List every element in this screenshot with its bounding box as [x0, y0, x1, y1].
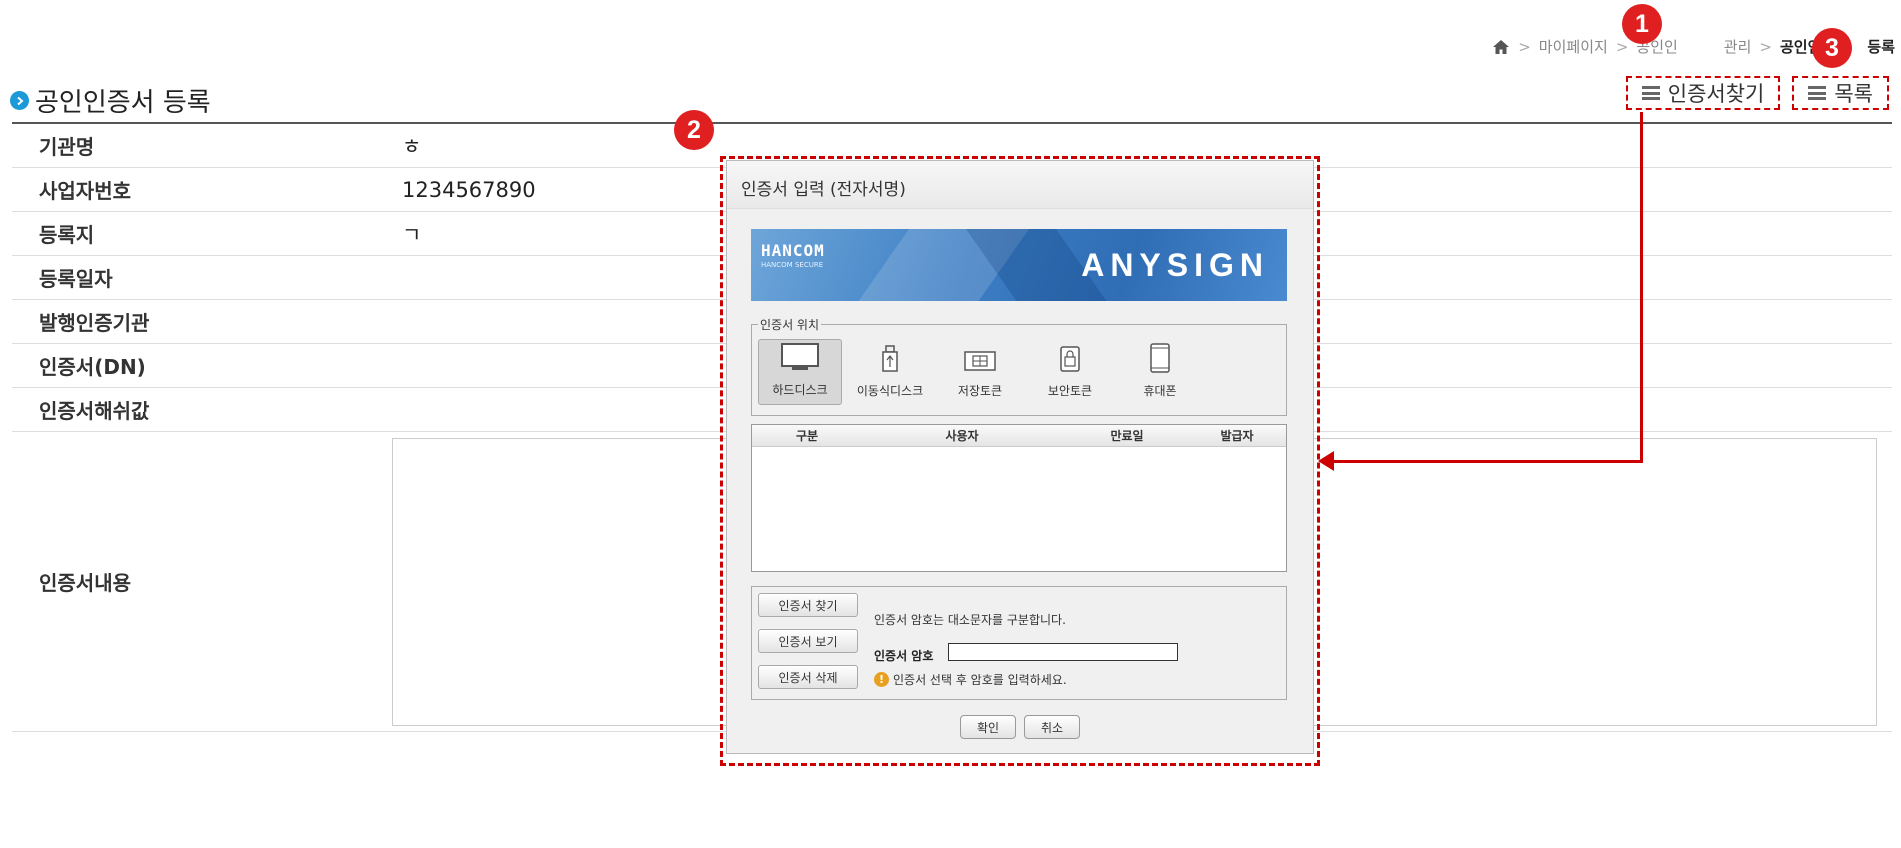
- breadcrumb-item-mypage[interactable]: 마이페이지: [1539, 36, 1608, 57]
- password-label: 인증서 암호: [874, 649, 934, 663]
- hancom-logo: HANCOM: [761, 241, 825, 260]
- password-warning: ! 인증서 선택 후 암호를 입력하세요.: [874, 671, 1067, 688]
- list-button[interactable]: 목록: [1792, 76, 1889, 110]
- arrow-left-icon: [1318, 451, 1334, 471]
- cert-location-group: 인증서 위치 하드디스크 이동식디스크 저장토큰 보안토큰 휴대폰: [751, 316, 1287, 416]
- location-label: 휴대폰: [1143, 384, 1177, 398]
- cert-input-dialog: 인증서 입력 (전자서명) HANCOM HANCOM SECURE ANYSI…: [726, 160, 1314, 754]
- menu-lines-icon: [1641, 86, 1660, 100]
- anysign-logo: ANYSIGN: [1081, 247, 1269, 283]
- page-title: 공인인증서 등록: [10, 82, 211, 119]
- breadcrumb-separator: >: [1615, 37, 1629, 56]
- column-header[interactable]: 만료일: [1062, 427, 1192, 444]
- password-warning-text: 인증서 선택 후 암호를 입력하세요.: [893, 673, 1067, 687]
- menu-lines-icon: [1808, 86, 1827, 100]
- callout-line: [1640, 112, 1643, 463]
- cancel-button[interactable]: 취소: [1024, 715, 1080, 739]
- hancom-logo-sub: HANCOM SECURE: [761, 261, 824, 269]
- home-icon[interactable]: [1492, 39, 1510, 55]
- column-header[interactable]: 사용자: [862, 427, 1062, 444]
- row-label: 인증서해쉬값: [12, 395, 392, 424]
- lock-token-icon: [1058, 345, 1082, 376]
- find-cert-button-label: 인증서찾기: [1667, 82, 1765, 106]
- breadcrumb-item-manage[interactable]: 관리: [1724, 36, 1752, 57]
- password-hint: 인증서 암호는 대소문자를 구분합니다.: [874, 613, 1066, 627]
- location-label: 보안토큰: [1047, 384, 1093, 398]
- row-label: 사업자번호: [12, 175, 392, 204]
- find-cert-button[interactable]: 인증서찾기: [1625, 76, 1781, 110]
- location-label: 하드디스크: [772, 383, 828, 397]
- dialog-button-group: 확인 취소: [727, 715, 1313, 739]
- delete-cert-button[interactable]: 인증서 삭제: [758, 665, 858, 689]
- warning-icon: !: [874, 672, 889, 687]
- phone-icon: [1149, 343, 1171, 376]
- anysign-banner: HANCOM HANCOM SECURE ANYSIGN: [751, 229, 1287, 301]
- location-security-token[interactable]: 보안토큰: [1028, 339, 1112, 405]
- password-group: 인증서 찾기 인증서 보기 인증서 삭제 인증서 암호는 대소문자를 구분합니다…: [751, 586, 1287, 700]
- location-storage-token[interactable]: 저장토큰: [938, 339, 1022, 405]
- location-label: 저장토큰: [957, 384, 1003, 398]
- breadcrumb-separator: >: [1759, 37, 1772, 56]
- chevron-right-icon: [10, 91, 29, 110]
- row-label: 등록일자: [12, 263, 392, 292]
- page-title-text: 공인인증서 등록: [35, 88, 211, 118]
- breadcrumb-current-suffix: 등록: [1867, 38, 1895, 56]
- cert-list-header: 구분 사용자 만료일 발급자: [752, 425, 1286, 447]
- row-label: 기관명: [12, 131, 392, 160]
- usb-icon: [881, 345, 899, 376]
- step-badge-3: 3: [1812, 28, 1852, 68]
- row-label: 등록지: [12, 219, 392, 248]
- dialog-title: 인증서 입력 (전자서명): [727, 161, 1313, 209]
- column-header[interactable]: 발급자: [1192, 427, 1282, 444]
- list-button-label: 목록: [1834, 82, 1873, 106]
- row-label: 발행인증기관: [12, 307, 392, 336]
- step-badge-1: 1: [1622, 4, 1662, 44]
- cert-location-legend: 인증서 위치: [758, 316, 822, 333]
- row-label: 인증서(DN): [12, 351, 392, 380]
- token-card-icon: [963, 349, 997, 376]
- location-harddisk[interactable]: 하드디스크: [758, 339, 842, 405]
- breadcrumb-separator: >: [1518, 37, 1531, 56]
- column-header[interactable]: 구분: [752, 427, 862, 444]
- view-cert-button[interactable]: 인증서 보기: [758, 629, 858, 653]
- ok-button[interactable]: 확인: [960, 715, 1016, 739]
- row-label: 인증서내용: [12, 567, 392, 596]
- step-badge-2: 2: [674, 110, 714, 150]
- location-phone[interactable]: 휴대폰: [1118, 339, 1202, 405]
- callout-line: [1330, 460, 1643, 463]
- password-input[interactable]: [948, 643, 1178, 661]
- location-removable-disk[interactable]: 이동식디스크: [848, 339, 932, 405]
- location-label: 이동식디스크: [856, 384, 924, 398]
- monitor-icon: [780, 342, 820, 375]
- cert-list[interactable]: 구분 사용자 만료일 발급자: [751, 424, 1287, 572]
- find-cert-dialog-button[interactable]: 인증서 찾기: [758, 593, 858, 617]
- top-button-group: 인증서찾기 목록: [1625, 76, 1889, 110]
